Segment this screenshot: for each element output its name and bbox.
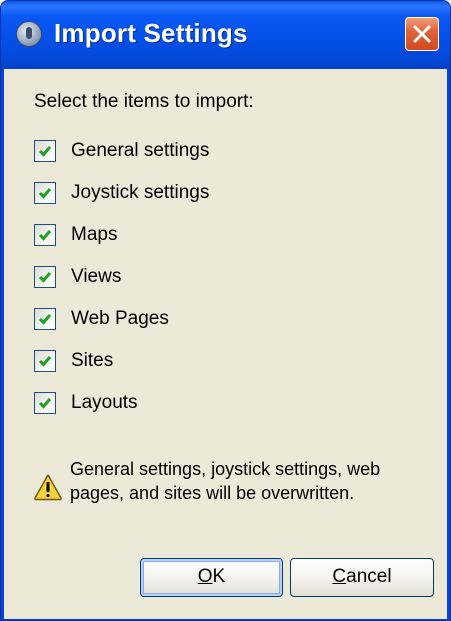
checkmark-icon	[38, 188, 52, 199]
cancel-label-rest: ancel	[346, 566, 392, 587]
checkbox-web-pages[interactable]	[34, 308, 56, 330]
checkbox-layouts[interactable]	[34, 392, 56, 414]
checkmark-icon	[38, 146, 52, 157]
checkmark-icon	[38, 272, 52, 283]
option-label: Maps	[71, 224, 118, 245]
checkmark-icon	[38, 398, 52, 409]
option-label: Views	[71, 266, 122, 287]
warning-message: General settings, joystick settings, web…	[70, 459, 381, 503]
ok-label-rest: K	[212, 566, 226, 587]
close-icon	[413, 25, 431, 43]
checkmark-icon	[38, 230, 52, 241]
checkbox-views[interactable]	[34, 266, 56, 288]
checkbox-maps[interactable]	[34, 224, 56, 246]
ok-button[interactable]: OK	[140, 558, 283, 597]
checkmark-icon	[38, 314, 52, 325]
option-label: Sites	[71, 350, 114, 371]
cancel-mnemonic: C	[332, 566, 347, 587]
checkbox-joystick-settings[interactable]	[34, 182, 56, 204]
app-icon	[16, 21, 42, 47]
option-label: Web Pages	[71, 308, 169, 329]
option-label: General settings	[71, 140, 210, 161]
cancel-button[interactable]: Cancel	[290, 558, 434, 597]
close-button[interactable]	[405, 17, 439, 51]
dialog-body: Select the items to import: General sett…	[4, 69, 447, 619]
warning-icon	[34, 474, 62, 501]
prompt-label: Select the items to import:	[34, 91, 254, 112]
checkbox-general-settings[interactable]	[34, 140, 56, 162]
checkmark-icon	[38, 356, 52, 367]
ok-mnemonic: O	[197, 566, 213, 587]
option-label: Layouts	[71, 392, 138, 413]
title-bar[interactable]: Import Settings	[1, 1, 450, 69]
option-label: Joystick settings	[71, 182, 210, 203]
checkbox-sites[interactable]	[34, 350, 56, 372]
import-settings-window: Import Settings Select the items to impo…	[0, 0, 451, 621]
window-title: Import Settings	[54, 18, 248, 48]
